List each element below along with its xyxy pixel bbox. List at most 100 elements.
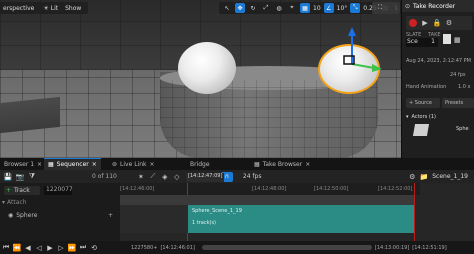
section-sub: 1 track(s) [192, 220, 217, 226]
scene-name[interactable]: Scene_1_19 [432, 173, 468, 180]
save-icon[interactable]: 💾 [4, 173, 13, 181]
auto-key-icon[interactable]: ◈ [161, 173, 169, 181]
review-icon[interactable]: ▶ [421, 19, 429, 27]
take-date: Aug 24, 2023, 2:12:47 PM [406, 58, 471, 64]
world-space-icon[interactable]: ◍ [274, 3, 284, 13]
outliner-group[interactable]: ▾ Attach [2, 199, 27, 206]
tab-sequencer[interactable]: ▦ Sequencer × [44, 158, 101, 170]
loop-icon[interactable]: ⟲ [90, 244, 98, 252]
grid-snap-icon: ▦ [302, 4, 308, 12]
add-source-button[interactable]: + Source [406, 98, 440, 108]
record-button[interactable] [409, 19, 417, 27]
actors-label: Actors (1) [411, 114, 436, 120]
lock-icon[interactable]: 🔒 [433, 19, 442, 27]
settings-icon[interactable]: ⚙ [408, 173, 416, 181]
timeline-area[interactable]: [14:12:46:00] [14:12:48:00] [14:12:50:00… [120, 173, 474, 241]
outliner-item[interactable]: ◉ Sphere [8, 212, 37, 219]
snap-icon[interactable]: ◇ [173, 173, 181, 181]
tab-browser-label: Browser 1 [4, 160, 35, 168]
left-timecode[interactable]: [14:12:46:01] [160, 245, 194, 251]
ruler-tick: [14:12:50:00] [314, 186, 349, 192]
presets-button[interactable]: Presets [442, 98, 474, 108]
tab-bridge[interactable]: Bridge [186, 158, 214, 170]
next-key-icon[interactable]: ⏩ [68, 244, 77, 252]
show-button[interactable]: Show [63, 3, 83, 13]
add-icon[interactable]: + [108, 212, 113, 219]
skip-start-icon[interactable]: ⏮ [2, 243, 10, 252]
sphere-static[interactable] [178, 42, 236, 94]
lit-label: Lit [50, 4, 59, 12]
skip-end-icon[interactable]: ⏭ [79, 243, 87, 252]
key-icon[interactable]: ✶ [137, 173, 145, 181]
animation-label: Hand Animation [406, 84, 447, 90]
viewport-left-toolbar: erspective ☀ Lit Show [0, 2, 88, 14]
folder-icon[interactable]: 📁 [420, 173, 429, 181]
tab-take-browser[interactable]: ▦ Take Browser × [250, 158, 314, 170]
start-timecode[interactable]: 1227580+ [131, 245, 157, 251]
angle-snap-value[interactable]: 10° [337, 5, 348, 12]
translate-mode-icon[interactable]: ✥ [235, 3, 245, 13]
add-track-button[interactable]: + Track [4, 186, 40, 195]
magnet-icon: ∩ [224, 173, 230, 180]
take-field[interactable]: 1 [428, 38, 438, 47]
track-filter-label: Track [14, 187, 30, 194]
angle-snap-button[interactable]: ∠ [323, 3, 334, 13]
filter-icon[interactable]: ⧩ [28, 172, 36, 181]
chevron-down-icon: ▾ [2, 199, 6, 206]
tab-live-link[interactable]: ⊚ Live Link × [108, 158, 159, 170]
take-recorder-tab[interactable]: ⊙ Take Recorder [402, 0, 474, 12]
right-timecode-2[interactable]: [14:12:51:19] [412, 245, 446, 251]
transform-gizmo[interactable] [330, 24, 390, 74]
reverse-icon[interactable]: ◁ [35, 244, 43, 252]
scale-snap-button[interactable]: ⤡ [350, 3, 361, 13]
track-empty-area [120, 205, 188, 233]
settings-icon[interactable]: ⚙ [445, 19, 453, 27]
lit-button[interactable]: ☀ Lit [41, 3, 60, 13]
play-icon[interactable]: ▶ [46, 244, 54, 252]
step-back-icon[interactable]: ◀ [24, 244, 32, 252]
select-mode-icon[interactable]: ↖ [222, 3, 232, 13]
grid-snap-value[interactable]: 10 [313, 5, 321, 12]
surface-snap-icon[interactable]: ⌖ [287, 3, 297, 13]
live-link-icon: ⊚ [112, 160, 118, 168]
camera-icon[interactable]: 📷 [16, 173, 25, 181]
floor-block [0, 96, 60, 134]
sequence-icon[interactable]: ▦ [454, 36, 461, 44]
prev-key-icon[interactable]: ⏪ [13, 244, 22, 252]
take-fps[interactable]: 24 fps [450, 72, 466, 78]
take-recorder-title: Take Recorder [413, 2, 456, 10]
end-marker[interactable] [414, 183, 415, 241]
tab-bridge-label: Bridge [190, 160, 210, 168]
section-title: Sphere_Scene_1_19 [192, 208, 242, 214]
collapse-arrow-icon: ▾ [406, 114, 409, 120]
grid-snap-button[interactable]: ▦ [300, 3, 310, 13]
actor-icon: ◉ [8, 212, 14, 219]
scale-snap-icon: ⤡ [352, 4, 358, 11]
animation-value[interactable]: 1.0 x [458, 84, 471, 90]
maximize-icon[interactable]: ⛶ [375, 3, 385, 13]
step-forward-icon[interactable]: ▷ [57, 244, 65, 252]
rotate-mode-icon[interactable]: ↻ [248, 3, 258, 13]
tab-live-link-label: Live Link [120, 160, 147, 168]
scale-mode-icon[interactable]: ⤢ [261, 3, 271, 13]
close-icon[interactable]: × [305, 161, 310, 168]
viewport-options: ⛶ [372, 2, 400, 14]
fps-selector[interactable]: 24 fps [243, 173, 262, 180]
slate-field[interactable]: Sce [406, 38, 428, 47]
close-icon[interactable]: × [37, 161, 42, 168]
actors-header[interactable]: ▾ Actors (1) [406, 114, 436, 120]
sequencer-icon: ▦ [48, 161, 54, 168]
close-icon[interactable]: × [92, 161, 97, 168]
sequence-section[interactable]: Sphere_Scene_1_19 1 track(s) [188, 205, 414, 233]
playhead-label[interactable]: [14:12:47:09] [186, 173, 225, 182]
timecode-display[interactable]: 1220077 [44, 186, 73, 195]
curve-icon[interactable]: ⟋ [149, 172, 157, 181]
add-icon: + [6, 187, 12, 194]
actor-name[interactable]: Sphe [456, 126, 469, 132]
level-viewport[interactable]: erspective ☀ Lit Show ↖ ✥ ↻ ⤢ ◍ ⌖ ▦ 10 ∠ … [0, 0, 401, 158]
tab-content-browser[interactable]: Browser 1 × [0, 158, 46, 170]
right-timecode-1[interactable]: [14:13:00:19] [375, 245, 409, 251]
timeline-scrollbar[interactable] [201, 245, 372, 250]
viewport-mode[interactable]: erspective [3, 5, 34, 12]
close-icon[interactable]: × [149, 161, 154, 168]
